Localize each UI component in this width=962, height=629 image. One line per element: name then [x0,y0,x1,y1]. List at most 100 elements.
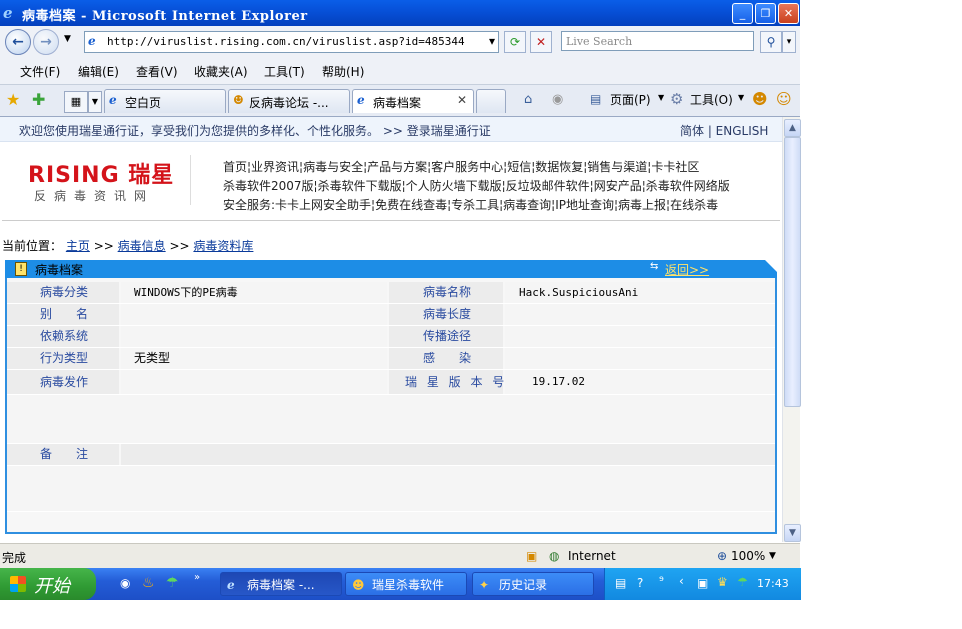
tools-menu-dropdown-icon[interactable]: ▼ [738,93,744,102]
quicklaunch-media-icon[interactable]: ◉ [120,576,130,590]
task-history[interactable]: ✦ 历史记录 [472,572,594,596]
start-button[interactable]: 开始 [0,568,96,600]
nav-links-row1[interactable]: 首页¦业界资讯¦病毒与安全¦产品与方案¦客户服务中心¦短信¦数据恢复¦销售与渠道… [223,158,699,175]
field-label: 病毒名称 [423,285,472,299]
page-menu-dropdown-icon[interactable]: ▼ [658,93,664,102]
tab-blank[interactable]: e 空白页 [104,89,226,113]
popup-blocked-icon[interactable]: ▣ [526,549,537,563]
umbrella-tray-icon[interactable]: ☂ [737,575,748,589]
tray-expand-icon[interactable]: ‹ [679,574,684,588]
task-label: 病毒档案 -... [247,578,315,592]
menu-file[interactable]: 文件(F) [20,63,60,80]
network-icon[interactable]: ▣ [697,576,708,590]
add-favorite-icon[interactable]: ✚ [32,90,45,109]
field-value: 无类型 [134,351,171,365]
rising-task-icon: ☻ [352,578,365,592]
keyboard-icon[interactable]: ▤ [615,576,626,590]
menu-tools[interactable]: 工具(T) [264,63,305,80]
ie-tab-icon: e [357,93,365,107]
back-link[interactable]: 返回>> [665,261,709,278]
windows-logo-icon [10,576,26,592]
rising-addon-icon[interactable]: ☻ [752,90,768,108]
address-toolbar: ← → ▼ e http://viruslist.rising.com.cn/v… [0,26,800,59]
nav-links-row2[interactable]: 杀毒软件2007版¦杀毒软件下载版¦个人防火墙下载版¦反垃圾邮件软件¦网安产品¦… [223,177,730,194]
history-task-icon: ✦ [479,578,490,592]
archive-icon: ! [15,262,27,276]
menu-view[interactable]: 查看(V) [136,63,178,80]
new-tab-button[interactable] [476,89,506,113]
vertical-scrollbar[interactable]: ▲ ▼ [782,117,801,542]
favorites-star-icon[interactable]: ★ [6,90,20,109]
task-virus-archive[interactable]: e 病毒档案 -... [220,572,342,596]
header-divider [2,220,780,221]
tab-virus-archive[interactable]: e 病毒档案 ✕ [352,89,474,113]
quicklaunch-more-icon[interactable]: » [194,572,200,583]
feeds-icon[interactable]: ◉ [552,92,563,107]
home-icon[interactable]: ⌂ [524,92,532,107]
breadcrumb-virus-db[interactable]: 病毒资料库 [193,239,253,253]
rising-logo[interactable]: RISING 瑞星 [28,157,174,189]
system-tray: ▤ ? ⁹ ‹ ▣ ♛ ☂ 17:43 [604,568,801,600]
field-value: 19.17.02 [532,375,585,388]
top-info-bar: 欢迎您使用瑞星通行证，享受我们为您提供的多样化、个性化服务。 >> 登录瑞星通行… [0,117,782,142]
security-zone[interactable]: Internet [568,549,616,563]
window-title: 病毒档案 - Microsoft Internet Explorer [22,9,308,24]
menu-favorites[interactable]: 收藏夹(A) [194,63,248,80]
scroll-up-icon[interactable]: ▲ [784,119,801,137]
language-icon[interactable]: ⁹ [659,574,664,588]
tab-label: 空白页 [125,96,162,110]
search-icon[interactable]: ⚲ [760,31,782,53]
field-label: 行为类型 [40,351,89,365]
restore-button[interactable]: ❐ [755,3,776,24]
address-dropdown-icon[interactable]: ▾ [482,31,502,51]
rising-addon2-icon[interactable]: ☺ [776,90,792,108]
welcome-text[interactable]: 欢迎您使用瑞星通行证，享受我们为您提供的多样化、个性化服务。 >> 登录瑞星通行… [19,122,491,139]
search-input[interactable]: Live Search [561,31,754,51]
start-label: 开始 [34,576,70,597]
info-row: 别 名 病毒长度 [7,304,775,326]
field-value: WINDOWS下的PE病毒 [134,286,238,299]
quicklaunch-app-icon[interactable]: ♨ [142,575,155,591]
tab-forum[interactable]: ☻ 反病毒论坛 -... [228,89,350,113]
zoom-dropdown-icon[interactable]: ▼ [769,551,776,561]
virus-panel-header: ! 病毒档案 ⇆ 返回>> [5,260,777,278]
language-switch[interactable]: 简体 | ENGLISH [680,122,768,139]
breadcrumb-prefix: 当前位置： [2,239,63,253]
breadcrumb-separator: >> [169,239,190,253]
scroll-thumb[interactable] [784,137,801,407]
menu-help[interactable]: 帮助(H) [322,63,364,80]
breadcrumb-virus-info[interactable]: 病毒信息 [118,239,166,253]
search-options-icon[interactable]: ▾ [782,31,796,53]
menu-edit[interactable]: 编辑(E) [78,63,119,80]
zoom-level[interactable]: 100% [731,549,765,563]
task-rising-av[interactable]: ☻ 瑞星杀毒软件 [345,572,467,596]
ie-task-icon: e [227,578,235,592]
quick-tabs-icon[interactable]: ▦ [64,91,88,113]
info-row: 行为类型 无类型 感 染 [7,348,775,370]
refresh-button[interactable]: ⟳ [504,31,526,53]
corner-decoration [765,260,777,272]
field-label: 别 名 [40,307,89,321]
minimize-button[interactable]: _ [732,3,753,24]
stop-button[interactable]: ✕ [530,31,552,53]
history-dropdown-icon[interactable]: ▼ [64,34,71,44]
help-icon[interactable]: ? [637,576,643,590]
rising-tray-icon[interactable]: ♛ [717,575,728,589]
close-button[interactable]: ✕ [778,3,799,24]
nav-links-row3[interactable]: 安全服务:卡卡上网安全助手¦免费在线查毒¦专杀工具¦病毒查询¦IP地址查询¦病毒… [223,196,718,213]
breadcrumb-home[interactable]: 主页 [66,239,90,253]
quicklaunch-umbrella-icon[interactable]: ☂ [166,575,179,591]
address-field[interactable]: e http://viruslist.rising.com.cn/virusli… [84,31,499,53]
scroll-down-icon[interactable]: ▼ [784,524,801,542]
forward-button[interactable]: → [33,29,59,55]
tab-list-dropdown-icon[interactable]: ▼ [88,91,102,113]
close-tab-icon[interactable]: ✕ [457,93,467,107]
note-row: 备 注 [7,444,775,466]
back-button[interactable]: ← [5,29,31,55]
page-menu[interactable]: 页面(P) [610,91,651,108]
status-text: 完成 [2,551,27,565]
tab-label: 反病毒论坛 -... [249,96,329,110]
tools-menu[interactable]: 工具(O) [690,91,733,108]
breadcrumb-separator: >> [93,239,114,253]
menu-bar: 文件(F) 编辑(E) 查看(V) 收藏夹(A) 工具(T) 帮助(H) [0,58,800,85]
